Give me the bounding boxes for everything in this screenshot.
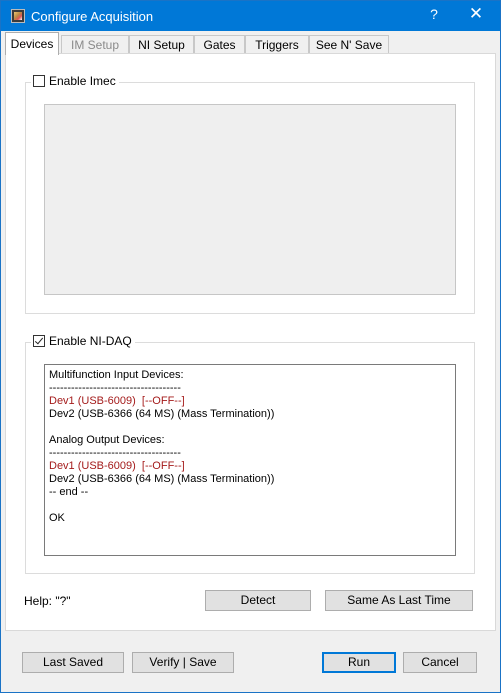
window-title: Configure Acquisition	[31, 9, 154, 24]
log-line: OK	[49, 512, 65, 524]
same-as-last-time-button[interactable]: Same As Last Time	[325, 590, 473, 611]
log-line: Dev2 (USB-6366 (64 MS) (Mass Termination…	[49, 473, 275, 485]
log-line: Dev1 (USB-6009) [--OFF--]	[49, 395, 185, 407]
enable-nidaq-checkbox[interactable]: Enable NI-DAQ	[31, 334, 135, 348]
tab-see-n-save[interactable]: See N' Save	[309, 35, 389, 54]
enable-imec-checkbox[interactable]: Enable Imec	[31, 74, 119, 88]
tab-ni-setup[interactable]: NI Setup	[129, 35, 194, 54]
log-line: ------------------------------------	[49, 382, 181, 394]
tab-bar: Devices IM Setup NI Setup Gates Triggers…	[1, 32, 500, 55]
imec-probe-list	[44, 104, 456, 295]
enable-nidaq-label: Enable NI-DAQ	[49, 334, 132, 348]
checkbox-icon[interactable]	[33, 75, 45, 87]
log-line: Dev2 (USB-6366 (64 MS) (Mass Termination…	[49, 408, 275, 420]
tab-gates[interactable]: Gates	[194, 35, 245, 54]
app-icon	[11, 9, 25, 23]
enable-imec-label: Enable Imec	[49, 74, 116, 88]
title-bar: Configure Acquisition ? ✕	[1, 1, 500, 31]
log-line: Dev1 (USB-6009) [--OFF--]	[49, 460, 185, 472]
checkbox-icon[interactable]	[33, 335, 45, 347]
devices-tab-panel: Enable Imec Enable NI-DAQ Multifunction …	[5, 53, 496, 631]
log-line: ------------------------------------	[49, 447, 181, 459]
run-button[interactable]: Run	[322, 652, 396, 673]
last-saved-button[interactable]: Last Saved	[22, 652, 124, 673]
log-line: Multifunction Input Devices:	[49, 369, 184, 381]
log-line: Analog Output Devices:	[49, 434, 165, 446]
cancel-button[interactable]: Cancel	[403, 652, 477, 673]
configure-acquisition-dialog: Configure Acquisition ? ✕ Devices IM Set…	[0, 0, 501, 693]
tab-im-setup[interactable]: IM Setup	[61, 35, 129, 54]
tab-triggers[interactable]: Triggers	[245, 35, 309, 54]
verify-save-button[interactable]: Verify | Save	[132, 652, 234, 673]
tab-devices[interactable]: Devices	[5, 32, 59, 55]
help-button[interactable]: ?	[421, 6, 447, 22]
detect-button[interactable]: Detect	[205, 590, 311, 611]
nidaq-device-log[interactable]: Multifunction Input Devices: -----------…	[44, 364, 456, 556]
help-text: Help: "?"	[24, 594, 71, 608]
close-button[interactable]: ✕	[461, 4, 491, 24]
log-line: -- end --	[49, 486, 89, 498]
